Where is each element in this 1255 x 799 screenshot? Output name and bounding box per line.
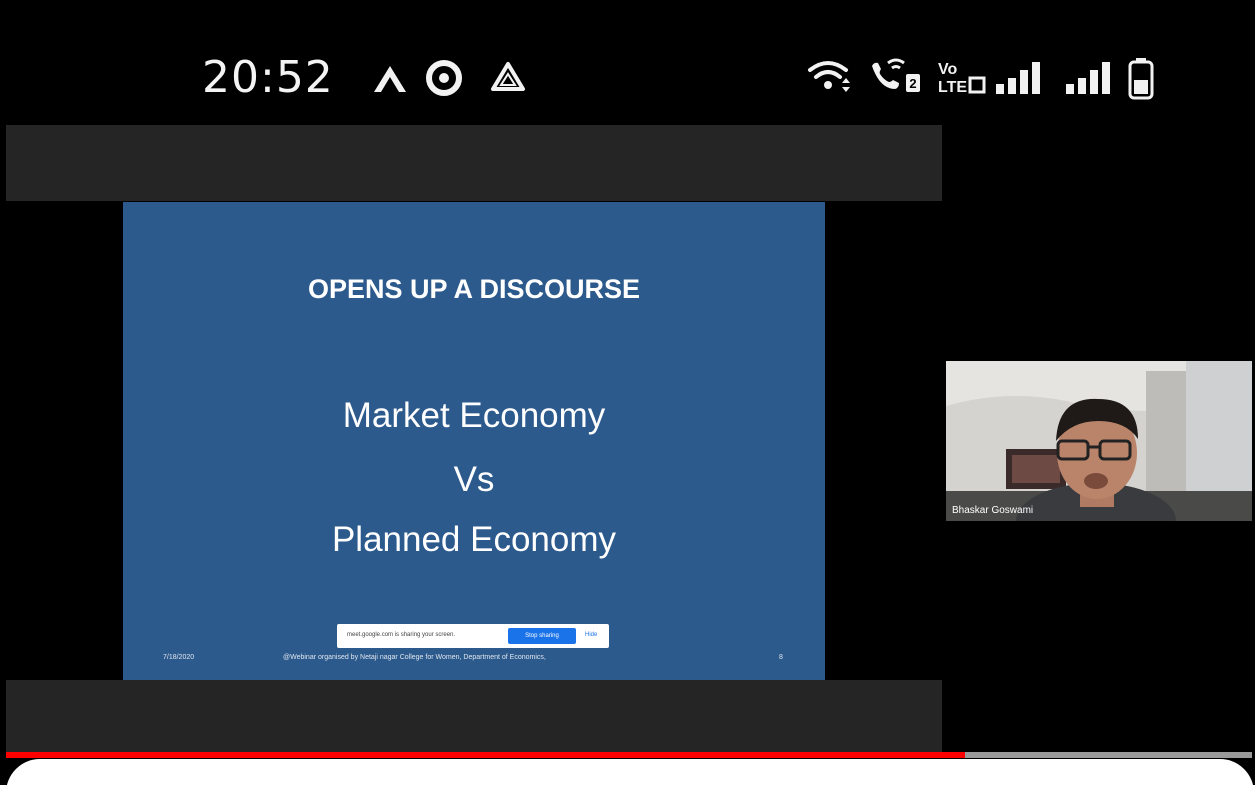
screen-share-banner: meet.google.com is sharing your screen. … bbox=[337, 624, 609, 648]
screen: 20:52 2 Vo LTE OPENS UP A DISCOURSE Mark… bbox=[0, 0, 1255, 799]
share-banner-text: meet.google.com is sharing your screen. bbox=[347, 632, 456, 638]
participant-video-frame bbox=[946, 361, 1252, 521]
volte-label-top: Vo bbox=[938, 61, 957, 78]
volte-label-bottom: LTE bbox=[938, 79, 967, 96]
airtel-logo-icon bbox=[370, 60, 410, 99]
playback-progress-bar[interactable] bbox=[6, 752, 1252, 758]
slide-title: OPENS UP A DISCOURSE bbox=[307, 274, 641, 304]
letterbox-bottom bbox=[6, 680, 942, 752]
slide-line-vs: Vs bbox=[453, 460, 495, 499]
stop-sharing-button[interactable]: Stop sharing bbox=[508, 628, 576, 644]
participant-name: Bhaskar Goswami bbox=[952, 505, 1034, 516]
signal-icon bbox=[994, 60, 1046, 101]
slide-line-market: Market Economy bbox=[342, 396, 606, 435]
presentation-slide: OPENS UP A DISCOURSE Market Economy Vs P… bbox=[123, 202, 825, 681]
circle-app-icon bbox=[426, 60, 462, 101]
slide-footer-page: 8 bbox=[779, 654, 783, 661]
slide-line-planned: Planned Economy bbox=[331, 520, 617, 559]
wifi-icon bbox=[806, 58, 854, 99]
hide-button[interactable]: Hide bbox=[585, 632, 597, 638]
volte-icon: Vo LTE bbox=[936, 58, 988, 101]
signal-icon bbox=[1064, 60, 1116, 101]
sim-number: 2 bbox=[909, 76, 916, 91]
letterbox-top bbox=[6, 125, 942, 201]
playback-progress-fill bbox=[6, 752, 966, 758]
drive-icon bbox=[490, 60, 526, 99]
battery-icon bbox=[1126, 56, 1156, 105]
wifi-calling-icon: 2 bbox=[866, 56, 924, 101]
bottom-sheet bbox=[6, 759, 1254, 799]
slide-footer-date: 7/18/2020 bbox=[163, 654, 195, 661]
status-bar: 20:52 2 Vo LTE bbox=[0, 0, 1255, 125]
status-time: 20:52 bbox=[202, 52, 334, 103]
participant-video-tile[interactable]: Bhaskar Goswami bbox=[946, 361, 1252, 521]
video-player[interactable]: OPENS UP A DISCOURSE Market Economy Vs P… bbox=[6, 125, 942, 753]
slide-footer-text: @Webinar organised by Netaji nagar Colle… bbox=[283, 654, 546, 661]
